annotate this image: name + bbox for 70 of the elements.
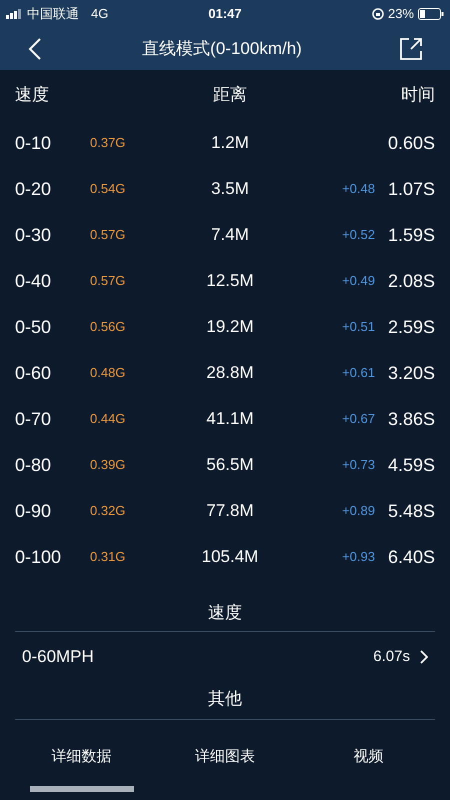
- tab[interactable]: 详细图表: [153, 732, 297, 792]
- carrier-name: 中国联通: [27, 5, 79, 24]
- distance: 1.2M: [210, 132, 250, 154]
- time-value: 0.60S: [386, 132, 435, 154]
- speed-label: 0-60MPH: [22, 646, 95, 668]
- distance: 3.5M: [210, 178, 250, 200]
- g-force: 0.44G: [90, 410, 126, 428]
- time-delta: +0.89: [341, 502, 375, 520]
- battery-percent: 23%: [388, 5, 414, 24]
- time-delta: +0.73: [341, 456, 375, 474]
- section-title: 速度: [208, 602, 242, 624]
- tab[interactable]: 详细数据: [10, 732, 154, 792]
- speed-range: 0-60: [15, 362, 52, 384]
- speed-range: 0-90: [15, 500, 52, 522]
- page-title: 直线模式(0-100km/h): [141, 38, 303, 60]
- column-header: 速度: [15, 84, 50, 106]
- distance: 77.8M: [205, 500, 255, 522]
- chevron-right-icon: [420, 650, 428, 664]
- tab[interactable]: 视频: [296, 732, 440, 792]
- speed-value: 6.07s: [373, 646, 410, 667]
- g-force: 0.32G: [90, 502, 126, 520]
- g-force: 0.48G: [90, 364, 126, 382]
- time-delta: +0.48: [341, 180, 375, 198]
- time-value: 3.86S: [386, 408, 435, 430]
- time-value: 6.40S: [386, 546, 435, 568]
- time-delta: +0.61: [341, 364, 375, 382]
- speed-range: 0-20: [15, 178, 52, 200]
- distance: 19.2M: [205, 316, 255, 338]
- column-header: 时间: [400, 84, 435, 106]
- time-value: 5.48S: [386, 500, 435, 522]
- distance: 7.4M: [210, 224, 250, 246]
- distance: 41.1M: [205, 408, 255, 430]
- distance: 12.5M: [205, 270, 255, 292]
- g-force: 0.54G: [90, 180, 126, 198]
- clock-time: 01:47: [208, 5, 242, 24]
- time-delta: +0.49: [341, 272, 375, 290]
- share-button[interactable]: [400, 38, 422, 60]
- time-delta: +0.67: [341, 410, 375, 428]
- distance: 56.5M: [205, 454, 255, 476]
- network-type: 4G: [91, 5, 108, 24]
- g-force: 0.31G: [90, 548, 126, 566]
- time-value: 1.07S: [386, 178, 435, 200]
- g-force: 0.57G: [90, 272, 126, 290]
- distance: 28.8M: [205, 362, 255, 384]
- speed-range: 0-30: [15, 224, 52, 246]
- speed-row[interactable]: 0-60MPH 6.07s: [0, 632, 450, 682]
- section-title: 其他: [208, 688, 242, 710]
- speed-range: 0-40: [15, 270, 52, 292]
- speed-range: 0-100: [15, 546, 62, 568]
- speed-range: 0-10: [15, 132, 52, 154]
- speed-range: 0-80: [15, 454, 52, 476]
- distance: 105.4M: [200, 546, 260, 568]
- column-header: 距离: [212, 84, 248, 106]
- g-force: 0.37G: [90, 134, 126, 152]
- time-value: 1.59S: [386, 224, 435, 246]
- time-delta: +0.51: [341, 318, 375, 336]
- battery-icon: [418, 8, 444, 20]
- g-force: 0.57G: [90, 226, 126, 244]
- g-force: 0.56G: [90, 318, 126, 336]
- time-value: 2.59S: [386, 316, 435, 338]
- speed-range: 0-70: [15, 408, 52, 430]
- rotation-lock-icon: [372, 8, 384, 20]
- g-force: 0.39G: [90, 456, 126, 474]
- time-value: 3.20S: [386, 362, 435, 384]
- speed-range: 0-50: [15, 316, 52, 338]
- time-value: 2.08S: [386, 270, 435, 292]
- time-delta: +0.52: [341, 226, 375, 244]
- signal-icon: [6, 9, 23, 19]
- time-delta: +0.93: [341, 548, 375, 566]
- time-value: 4.59S: [386, 454, 435, 476]
